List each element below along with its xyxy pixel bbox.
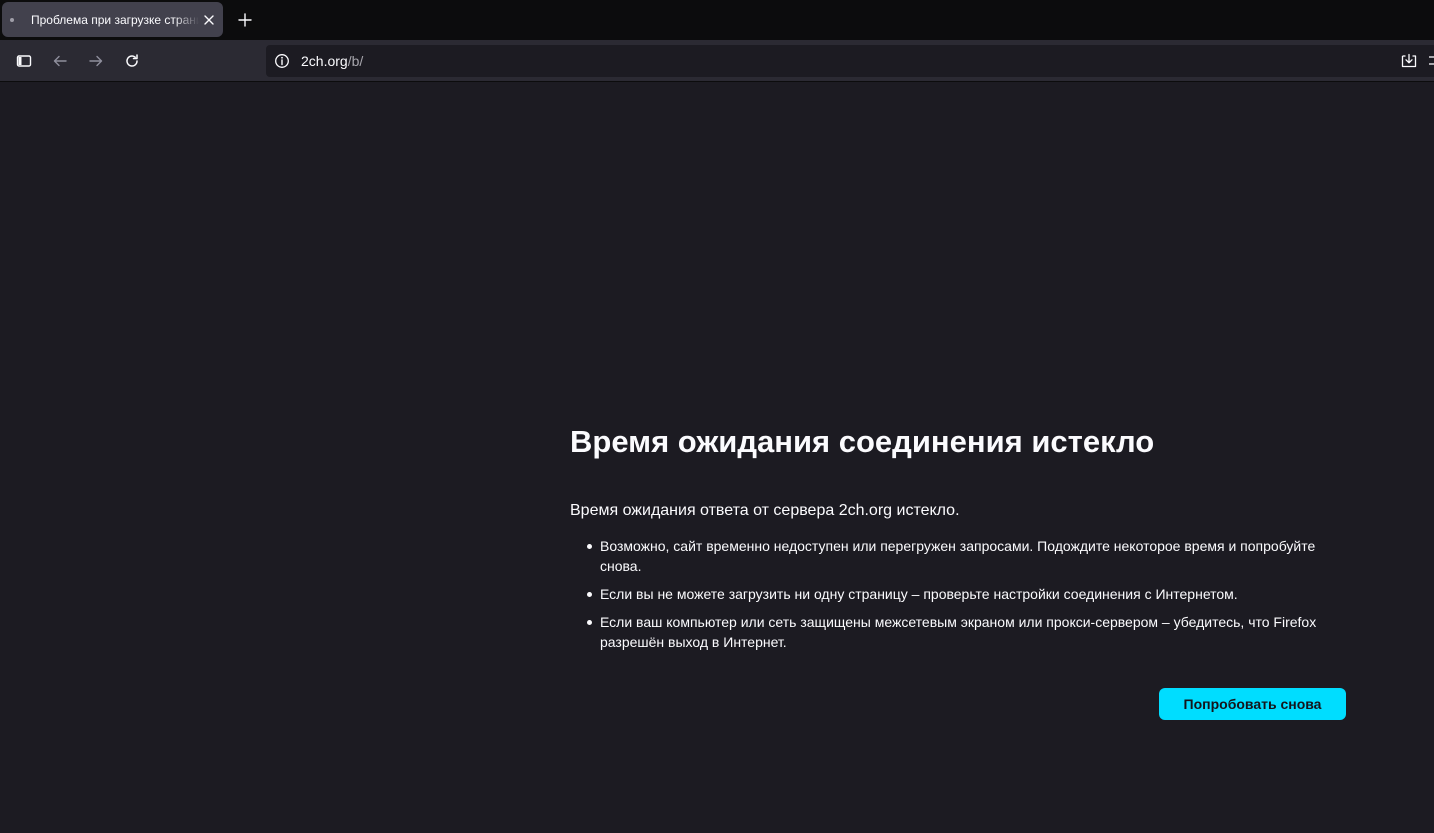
back-button[interactable] xyxy=(48,49,72,73)
bullet-icon xyxy=(587,592,592,597)
url-text[interactable]: 2ch.org/b/ xyxy=(301,53,363,69)
loading-dot-icon xyxy=(10,17,14,22)
suggestion-list: Возможно, сайт временно недоступен или п… xyxy=(570,536,1346,652)
plus-icon xyxy=(238,13,252,27)
list-item: Если вы не можете загрузить ни одну стра… xyxy=(587,584,1346,604)
url-path: /b/ xyxy=(347,53,364,69)
reload-icon xyxy=(126,54,138,67)
list-item: Возможно, сайт временно недоступен или п… xyxy=(587,536,1346,576)
back-arrow-icon xyxy=(53,55,67,67)
suggestion-text: Возможно, сайт временно недоступен или п… xyxy=(600,538,1316,574)
sidebar-icon xyxy=(16,55,32,67)
reload-button[interactable] xyxy=(120,49,144,73)
bullet-icon xyxy=(587,544,592,549)
suggestion-text: Если вы не можете загрузить ни одну стра… xyxy=(600,586,1238,602)
extensions-button[interactable] xyxy=(1428,49,1434,73)
close-icon[interactable] xyxy=(201,12,217,28)
sidebar-button[interactable] xyxy=(12,49,36,73)
retry-button[interactable]: Попробовать снова xyxy=(1159,688,1346,720)
error-title: Время ожидания соединения истекло xyxy=(570,424,1155,459)
url-bar[interactable]: 2ch.org/b/ xyxy=(266,45,1434,77)
nav-toolbar: 2ch.org/b/ xyxy=(0,40,1434,82)
forward-arrow-icon xyxy=(89,55,103,67)
tab-strip: Проблема при загрузке страницы xyxy=(0,0,1434,40)
puzzle-icon xyxy=(1429,56,1434,65)
list-item: Если ваш компьютер или сеть защищены меж… xyxy=(587,612,1346,652)
bullet-icon xyxy=(587,620,592,625)
error-description: Время ожидания ответа от сервера 2ch.org… xyxy=(570,502,960,519)
tab-active[interactable]: Проблема при загрузке страницы xyxy=(2,2,223,37)
new-tab-button[interactable] xyxy=(233,8,257,32)
tab-title: Проблема при загрузке страницы xyxy=(31,12,199,27)
forward-button[interactable] xyxy=(84,49,108,73)
info-icon[interactable] xyxy=(274,53,290,69)
retry-wrapper: Попробовать снова xyxy=(1159,688,1346,720)
suggestion-text: Если ваш компьютер или сеть защищены меж… xyxy=(600,614,1317,650)
url-host: 2ch.org xyxy=(301,53,348,69)
downloads-button[interactable] xyxy=(1397,49,1421,73)
download-icon xyxy=(1401,53,1417,68)
error-container: Время ожидания соединения истекло Время … xyxy=(570,420,1346,720)
error-page: Время ожидания соединения истекло Время … xyxy=(0,83,1434,833)
